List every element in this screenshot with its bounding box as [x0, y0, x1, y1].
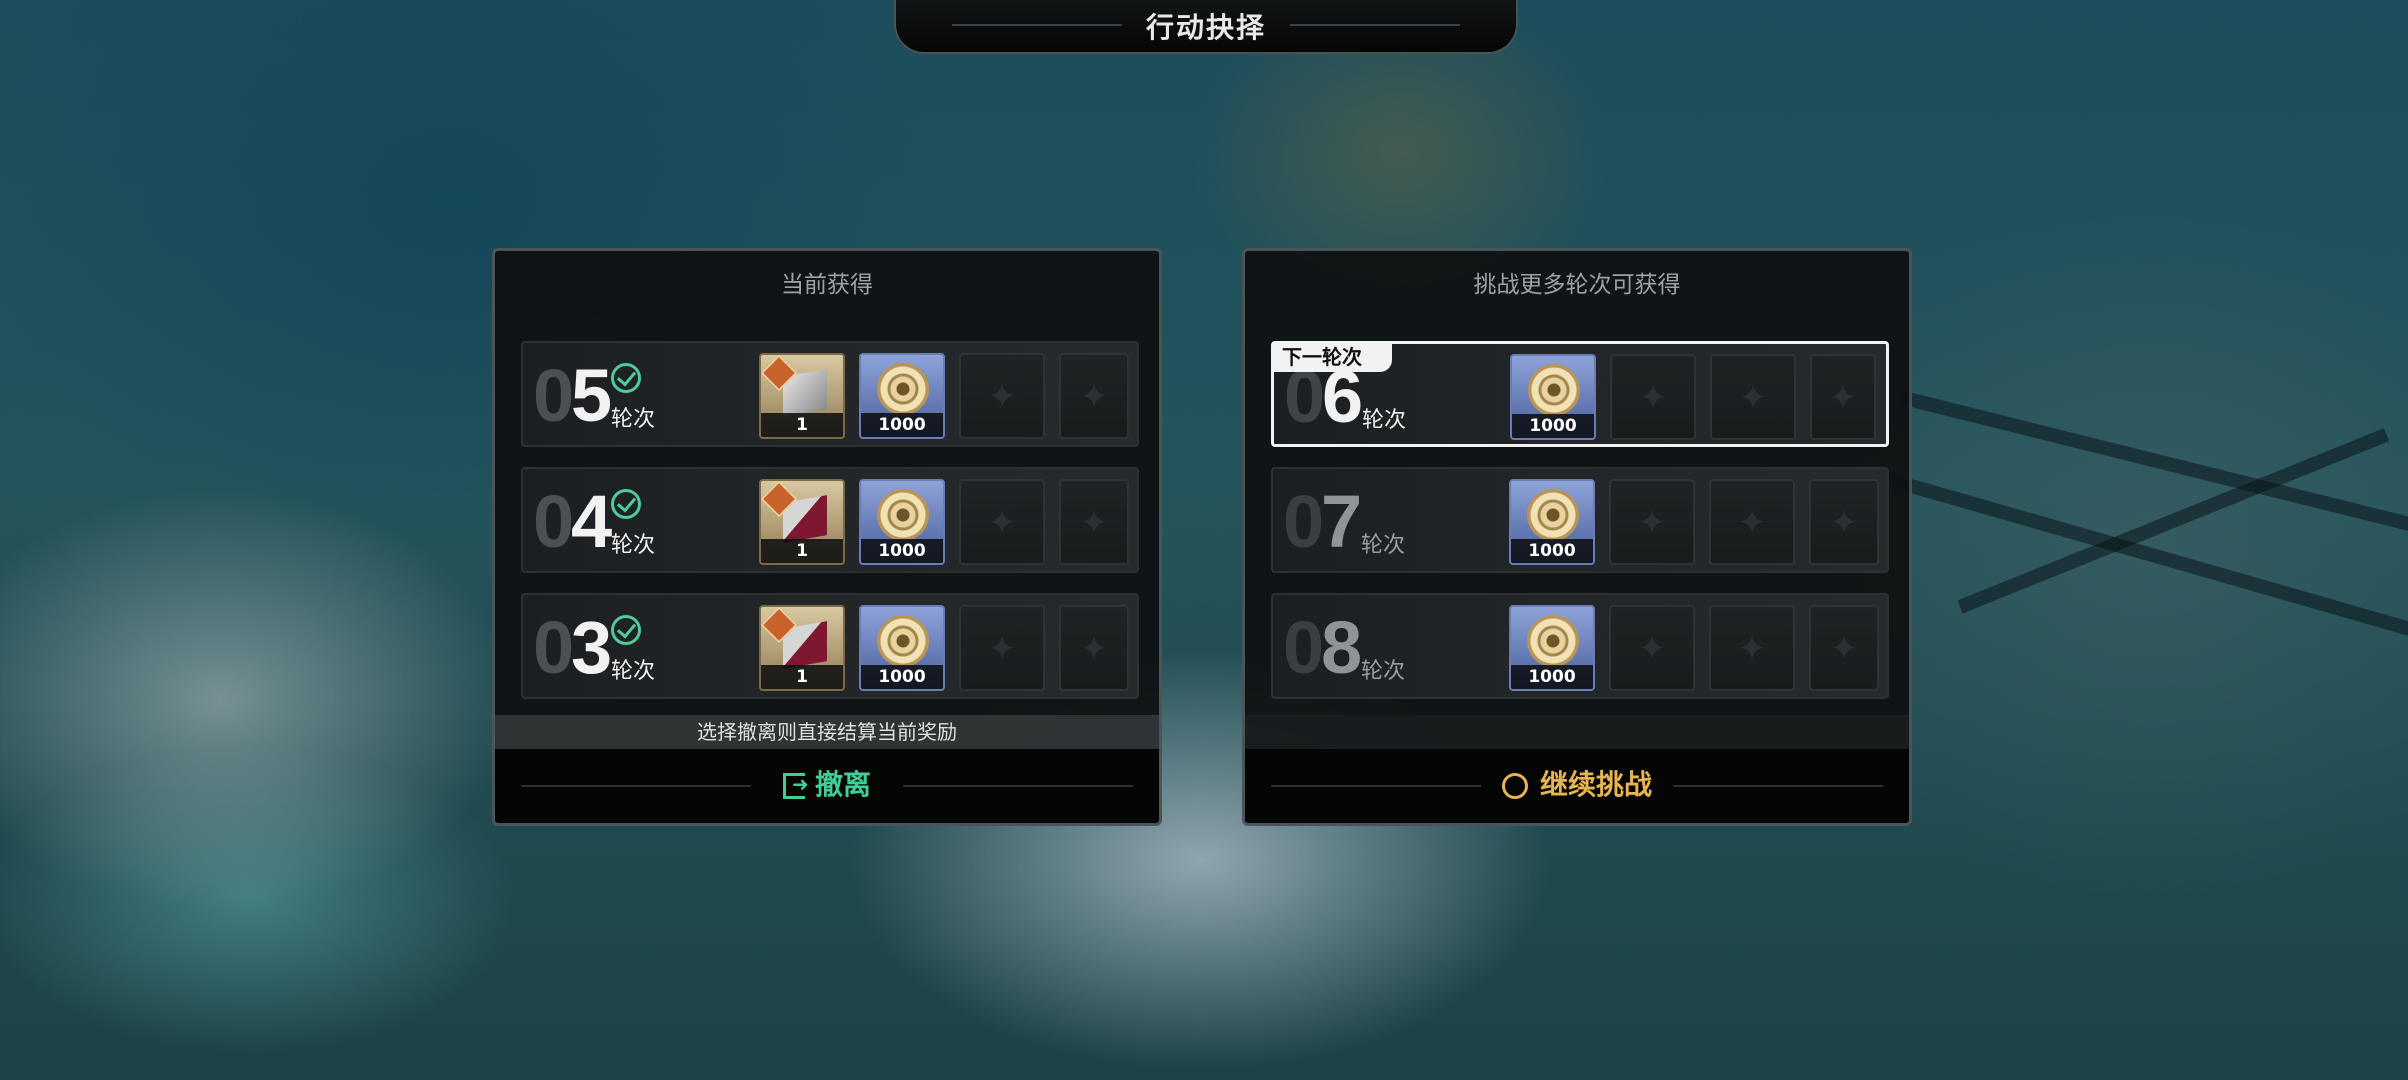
round-label: 轮次 — [611, 407, 656, 432]
check-circle-icon — [611, 615, 641, 645]
panel-heading: 挑战更多轮次可获得 — [1473, 272, 1681, 298]
page-title: 行动抉择 — [1145, 11, 1266, 44]
round-label: 轮次 — [1361, 659, 1406, 684]
reward-item-slot[interactable]: 1 — [759, 479, 845, 565]
panel-heading: 当前获得 — [781, 272, 873, 298]
check-circle-icon — [611, 363, 641, 393]
round-number: 7 — [1321, 480, 1363, 563]
round-number-prefix: 0 — [533, 606, 574, 689]
round-number: 4 — [571, 480, 613, 563]
empty-reward-slot — [1709, 479, 1795, 565]
empty-reward-slot — [1059, 605, 1129, 691]
round-row: 0 5 轮次 1 1000 — [521, 341, 1139, 447]
current-rewards-panel: 当前获得 0 5 轮次 1 1000 0 4 轮次 1 1000 — [492, 248, 1162, 826]
reward-item-slot[interactable]: 1 — [759, 353, 845, 439]
reward-quantity: 1000 — [861, 665, 943, 689]
settlement-hint: 选择撤离则直接结算当前奖励 — [495, 715, 1159, 749]
empty-reward-slot — [1809, 479, 1879, 565]
continue-label: 继续挑战 — [1539, 768, 1652, 801]
evacuate-button[interactable]: 撤离 — [495, 763, 1159, 803]
round-number-prefix: 0 — [533, 480, 574, 563]
check-circle-icon — [611, 489, 641, 519]
hint-strip — [1245, 715, 1909, 749]
action-bar: 撤离 — [495, 749, 1159, 823]
reward-coin-slot[interactable]: 1000 — [859, 605, 945, 691]
empty-reward-slot — [1059, 353, 1129, 439]
empty-reward-slot — [959, 353, 1045, 439]
reward-quantity: 1000 — [1512, 414, 1594, 438]
empty-reward-slot — [1709, 605, 1795, 691]
reward-item-slot[interactable]: 1 — [759, 605, 845, 691]
round-number: 8 — [1321, 606, 1363, 689]
exit-door-icon — [782, 772, 809, 799]
round-row-next: 0 6 轮次 下一轮次 1000 — [1271, 341, 1889, 447]
reward-quantity: 1 — [761, 413, 843, 437]
round-number-prefix: 0 — [533, 354, 574, 437]
future-rewards-panel: 挑战更多轮次可获得 0 6 轮次 下一轮次 1000 0 7 轮次 1000 0… — [1242, 248, 1912, 826]
reward-coin-slot[interactable]: 1000 — [1509, 605, 1595, 691]
round-number: 5 — [571, 354, 613, 437]
empty-reward-slot — [1710, 354, 1796, 440]
round-row: 0 4 轮次 1 1000 — [521, 467, 1139, 573]
empty-reward-slot — [959, 479, 1045, 565]
background-railing — [1898, 390, 2408, 540]
round-number-prefix: 0 — [1283, 606, 1324, 689]
empty-reward-slot — [1609, 479, 1695, 565]
coin-icon — [1527, 489, 1579, 541]
evacuate-label: 撤离 — [814, 768, 871, 801]
round-label: 轮次 — [1362, 408, 1407, 433]
reward-coin-slot[interactable]: 1000 — [859, 353, 945, 439]
round-row: 0 7 轮次 1000 — [1271, 467, 1889, 573]
empty-reward-slot — [1610, 354, 1696, 440]
reward-quantity: 1 — [761, 539, 843, 563]
round-row: 0 8 轮次 1000 — [1271, 593, 1889, 699]
reward-quantity: 1000 — [861, 539, 943, 563]
reward-quantity: 1000 — [1511, 539, 1593, 563]
empty-reward-slot — [1809, 605, 1879, 691]
coin-icon — [877, 489, 929, 541]
round-label: 轮次 — [1361, 533, 1406, 558]
top-banner: 行动抉择 — [894, 0, 1518, 54]
round-row: 0 3 轮次 1 1000 — [521, 593, 1139, 699]
background-railing — [1878, 470, 2408, 639]
next-round-tag: 下一轮次 — [1272, 342, 1392, 372]
coin-icon — [877, 363, 929, 415]
round-number-prefix: 0 — [1283, 480, 1324, 563]
reward-coin-slot[interactable]: 1000 — [1509, 479, 1595, 565]
reward-coin-slot[interactable]: 1000 — [1510, 354, 1596, 440]
empty-reward-slot — [1810, 354, 1876, 440]
round-label: 轮次 — [611, 659, 656, 684]
coin-icon — [1528, 364, 1580, 416]
coin-icon — [877, 615, 929, 667]
round-label: 轮次 — [611, 533, 656, 558]
empty-reward-slot — [959, 605, 1045, 691]
reward-coin-slot[interactable]: 1000 — [859, 479, 945, 565]
reward-quantity: 1000 — [861, 413, 943, 437]
coin-icon — [1527, 615, 1579, 667]
ring-icon — [1501, 773, 1528, 799]
empty-reward-slot — [1609, 605, 1695, 691]
action-bar: 继续挑战 — [1245, 749, 1909, 823]
continue-challenge-button[interactable]: 继续挑战 — [1245, 763, 1909, 803]
round-number: 3 — [571, 606, 613, 689]
reward-quantity: 1000 — [1511, 665, 1593, 689]
reward-quantity: 1 — [761, 665, 843, 689]
empty-reward-slot — [1059, 479, 1129, 565]
